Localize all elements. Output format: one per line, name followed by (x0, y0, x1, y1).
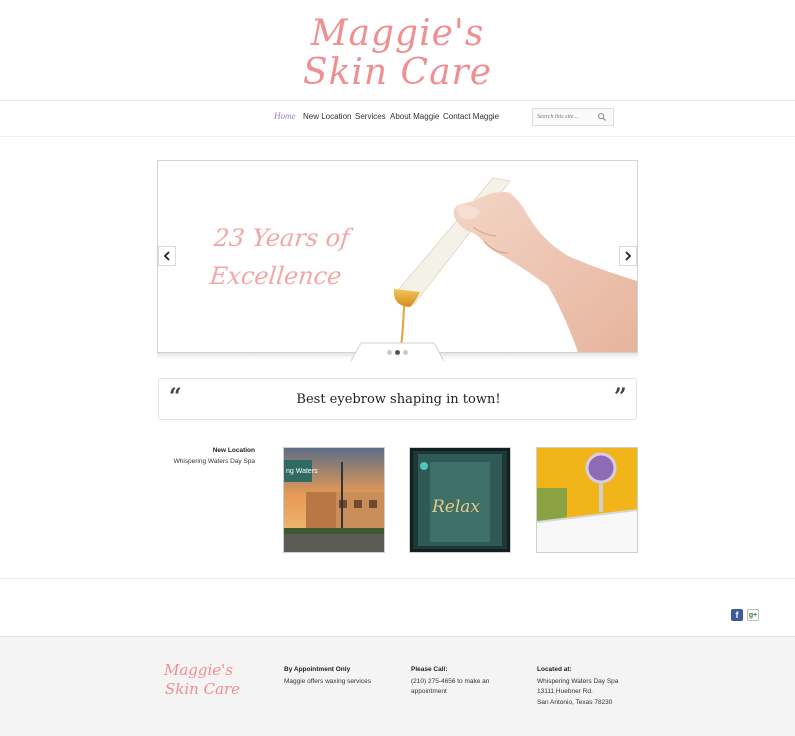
sign-text: ng Waters (286, 468, 318, 475)
search-box (532, 108, 614, 126)
relax-door-photo[interactable]: Relax (409, 447, 511, 553)
slider-prev-button[interactable] (158, 246, 176, 266)
footer-logo[interactable]: Maggie's Skin Care (164, 661, 240, 699)
close-quote-icon: ” (614, 384, 627, 410)
footer: Maggie's Skin Care By Appointment Only M… (0, 636, 795, 736)
search-icon[interactable] (597, 112, 607, 122)
footer-appointment-text: Maggie offers waxing services (284, 677, 371, 685)
nav-item-services[interactable]: Services (355, 112, 386, 121)
nav-item-home[interactable]: Home (274, 111, 296, 121)
footer-appointment: By Appointment Only Maggie offers waxing… (284, 665, 371, 687)
hero-slider: 23 Years of Excellence (157, 160, 638, 353)
nav-divider (0, 136, 795, 137)
content-divider (0, 578, 795, 579)
bathtub-photo[interactable] (536, 447, 638, 553)
testimonial-text: Best eyebrow shaping in town! (296, 392, 501, 407)
bathtub-image (537, 448, 637, 552)
slider-dot-3[interactable] (403, 350, 408, 355)
slider-dot-2[interactable] (395, 350, 400, 355)
header-divider (0, 100, 795, 101)
chevron-right-icon (625, 251, 632, 261)
google-plus-icon[interactable]: g+ (747, 609, 759, 621)
spa-building-image: ng Waters (284, 448, 384, 552)
slider-dot-1[interactable] (387, 350, 392, 355)
main-nav: Home New Location Services About Maggie … (0, 111, 795, 126)
footer-address-line-3: San Antonio, Texas 78230 (537, 698, 613, 706)
footer-appointment-heading: By Appointment Only (284, 666, 351, 673)
logo-line-1: Maggie's (310, 13, 485, 54)
nav-item-contact-maggie[interactable]: Contact Maggie (443, 112, 499, 121)
footer-phone-heading: Please Call: (411, 666, 448, 673)
nav-item-about-maggie[interactable]: About Maggie (390, 112, 439, 121)
footer-phone-line-2: appointment (411, 688, 447, 695)
relax-door-image: Relax (410, 448, 510, 552)
footer-logo-line-2: Skin Care (165, 680, 241, 698)
footer-address-heading: Located at: (537, 666, 572, 673)
footer-address-line-2: 13111 Huebner Rd. (537, 688, 593, 695)
hand-wax-stick-image (393, 177, 637, 352)
site-logo[interactable]: Maggie's Skin Care (0, 14, 795, 92)
slider-pagination (351, 342, 444, 361)
facebook-icon[interactable]: f (731, 609, 743, 621)
slider-next-button[interactable] (619, 246, 637, 266)
testimonial-box: “ Best eyebrow shaping in town! ” (158, 378, 637, 420)
footer-address: Located at: Whispering Waters Day Spa 13… (537, 665, 618, 708)
footer-phone: Please Call: (210) 275-4656 to make an a… (411, 665, 489, 698)
footer-logo-line-1: Maggie's (164, 661, 234, 679)
nav-item-new-location[interactable]: New Location (303, 112, 351, 121)
new-location-heading: New Location (212, 447, 255, 454)
relax-text: Relax (431, 497, 480, 517)
spa-building-photo[interactable]: ng Waters (283, 447, 385, 553)
footer-address-line-1: Whispering Waters Day Spa (537, 677, 619, 685)
chevron-left-icon (163, 251, 170, 261)
footer-phone-line-1: (210) 275-4656 to make an (411, 677, 490, 685)
logo-line-2: Skin Care (302, 52, 493, 93)
new-location-subtitle: Whispering Waters Day Spa (173, 458, 255, 465)
search-input[interactable] (537, 111, 597, 123)
